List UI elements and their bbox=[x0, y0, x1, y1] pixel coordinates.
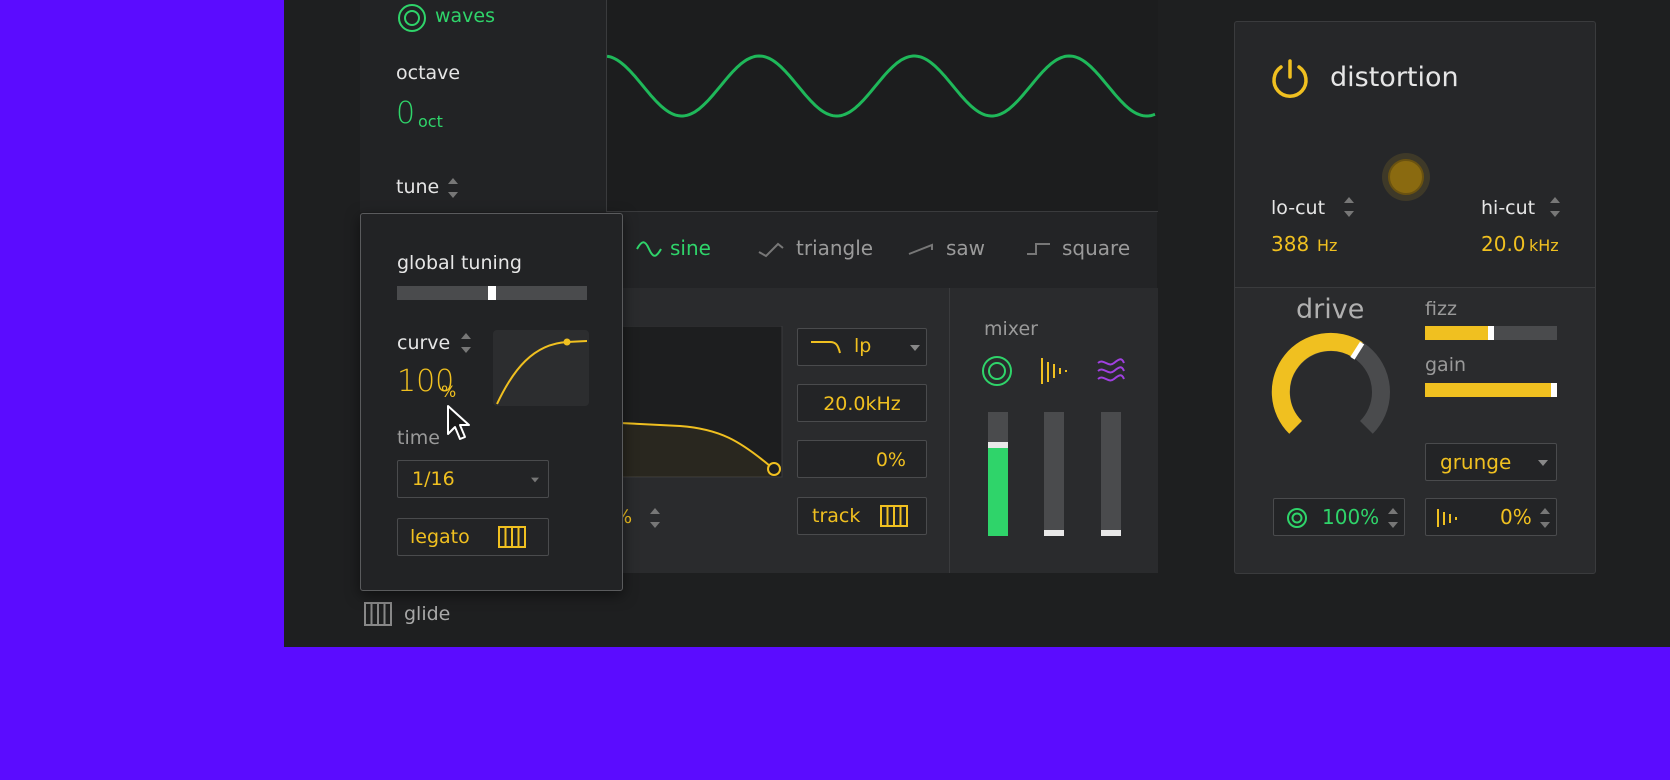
popup-title: global tuning bbox=[397, 252, 522, 274]
mixer-noise-icon[interactable] bbox=[1096, 356, 1126, 386]
curve-point[interactable] bbox=[563, 338, 571, 346]
mixer-noise-fader[interactable] bbox=[1101, 412, 1121, 536]
global-tuning-handle[interactable] bbox=[488, 286, 496, 300]
mixer-title: mixer bbox=[984, 318, 1038, 340]
distortion-controls-panel: drive fizz gain grunge 100% 0% bbox=[1234, 287, 1596, 574]
octave-value[interactable]: 0 bbox=[396, 96, 415, 131]
fizz-slider[interactable] bbox=[1425, 326, 1557, 340]
filter-track-toggle[interactable]: track bbox=[797, 497, 927, 535]
waves-icon[interactable] bbox=[396, 2, 428, 34]
mixer-panel: mixer bbox=[949, 288, 1158, 573]
tune-stepper[interactable] bbox=[448, 177, 458, 199]
tab-sine-label: sine bbox=[670, 236, 711, 260]
oscillator-panel: waves octave 0 oct tune bbox=[360, 0, 606, 212]
distortion-mode-select[interactable]: grunge bbox=[1425, 443, 1557, 481]
mixer-oscillator-fader[interactable] bbox=[988, 412, 1008, 536]
glide-label[interactable]: glide bbox=[404, 603, 450, 625]
gain-fill bbox=[1425, 383, 1557, 397]
curve-unit: % bbox=[441, 382, 457, 401]
bitcrush-icon bbox=[1437, 509, 1457, 527]
curve-preview[interactable] bbox=[493, 330, 589, 406]
keyboard-icon bbox=[880, 505, 908, 527]
sine-waveform bbox=[606, 54, 1156, 118]
cutoff-knob[interactable] bbox=[1379, 150, 1433, 204]
hicut-unit: kHz bbox=[1529, 236, 1559, 255]
filter-panel: 0% lp 20.0kHz 0% track bbox=[602, 288, 949, 573]
distortion-bit-field[interactable]: 0% bbox=[1425, 498, 1557, 536]
tab-saw-label: saw bbox=[946, 236, 986, 260]
gain-slider[interactable] bbox=[1425, 383, 1557, 397]
hicut-label: hi-cut bbox=[1481, 197, 1536, 219]
sine-icon bbox=[636, 241, 662, 257]
hicut-stepper[interactable] bbox=[1550, 196, 1560, 218]
fizz-handle[interactable] bbox=[1488, 326, 1494, 340]
mix-oscillator-icon bbox=[1287, 508, 1307, 528]
bit-stepper[interactable] bbox=[1540, 507, 1550, 529]
square-icon bbox=[1027, 243, 1050, 255]
filter-curve-display[interactable] bbox=[620, 326, 783, 478]
mixer-sub-fader[interactable] bbox=[1044, 412, 1064, 536]
time-select[interactable]: 1/16 bbox=[397, 460, 549, 498]
octave-label: octave bbox=[396, 62, 461, 84]
global-tuning-popup: global tuning curve 100 % time 1/16 lega… bbox=[360, 213, 623, 591]
fizz-label: fizz bbox=[1425, 298, 1457, 320]
filter-handle[interactable] bbox=[767, 462, 781, 476]
distortion-title: distortion bbox=[1330, 62, 1459, 93]
legato-keyboard-icon bbox=[498, 526, 526, 548]
curve-label: curve bbox=[397, 332, 451, 354]
tab-square-label: square bbox=[1062, 236, 1131, 260]
filter-cutoff-field[interactable]: 20.0kHz bbox=[797, 384, 927, 422]
waves-label[interactable]: waves bbox=[435, 5, 495, 27]
power-icon[interactable] bbox=[1269, 57, 1311, 99]
drive-label: drive bbox=[1296, 294, 1365, 325]
distortion-mix-field[interactable]: 100% bbox=[1273, 498, 1405, 536]
saw-icon bbox=[908, 243, 933, 255]
hicut-value[interactable]: 20.0 bbox=[1481, 232, 1526, 256]
chevron-down-icon bbox=[531, 477, 539, 483]
mixer-oscillator-handle[interactable] bbox=[988, 442, 1008, 449]
distortion-header-panel: distortion lo-cut 388 Hz hi-cut 20.0 kHz bbox=[1234, 21, 1596, 288]
mixer-sub-icon[interactable] bbox=[1039, 356, 1069, 386]
time-label: time bbox=[397, 427, 440, 449]
chevron-down-icon bbox=[1538, 460, 1548, 466]
global-tuning-slider[interactable] bbox=[397, 286, 587, 300]
mix-stepper[interactable] bbox=[1388, 507, 1398, 529]
filter-resonance-field[interactable]: 0% bbox=[797, 440, 927, 478]
mixer-oscillator-level bbox=[988, 445, 1008, 536]
lowpass-icon bbox=[811, 341, 841, 354]
filter-partial-stepper[interactable] bbox=[650, 507, 660, 529]
legato-toggle[interactable]: legato bbox=[397, 518, 549, 556]
locut-value[interactable]: 388 bbox=[1271, 232, 1309, 256]
tab-triangle-label: triangle bbox=[796, 236, 874, 260]
octave-unit: oct bbox=[418, 112, 443, 131]
curve-stepper[interactable] bbox=[461, 332, 471, 354]
mixer-noise-handle[interactable] bbox=[1101, 530, 1121, 536]
filter-type-select[interactable]: lp bbox=[797, 328, 927, 366]
gain-handle[interactable] bbox=[1551, 383, 1557, 397]
locut-label: lo-cut bbox=[1271, 197, 1326, 219]
locut-stepper[interactable] bbox=[1344, 196, 1354, 218]
mixer-sub-handle[interactable] bbox=[1044, 530, 1064, 536]
waveform-display bbox=[606, 0, 1158, 212]
triangle-icon bbox=[758, 242, 784, 258]
tune-label: tune bbox=[396, 176, 440, 198]
gain-label: gain bbox=[1425, 354, 1467, 376]
chevron-down-icon bbox=[910, 345, 920, 351]
waveform-tabs: sine triangle saw square bbox=[606, 212, 1157, 289]
fizz-fill bbox=[1425, 326, 1491, 340]
glide-keyboard-icon[interactable] bbox=[364, 602, 392, 626]
mixer-oscillator-icon[interactable] bbox=[980, 354, 1014, 388]
drive-knob[interactable] bbox=[1271, 332, 1391, 452]
locut-unit: Hz bbox=[1317, 236, 1338, 255]
mouse-cursor-icon bbox=[447, 405, 470, 440]
